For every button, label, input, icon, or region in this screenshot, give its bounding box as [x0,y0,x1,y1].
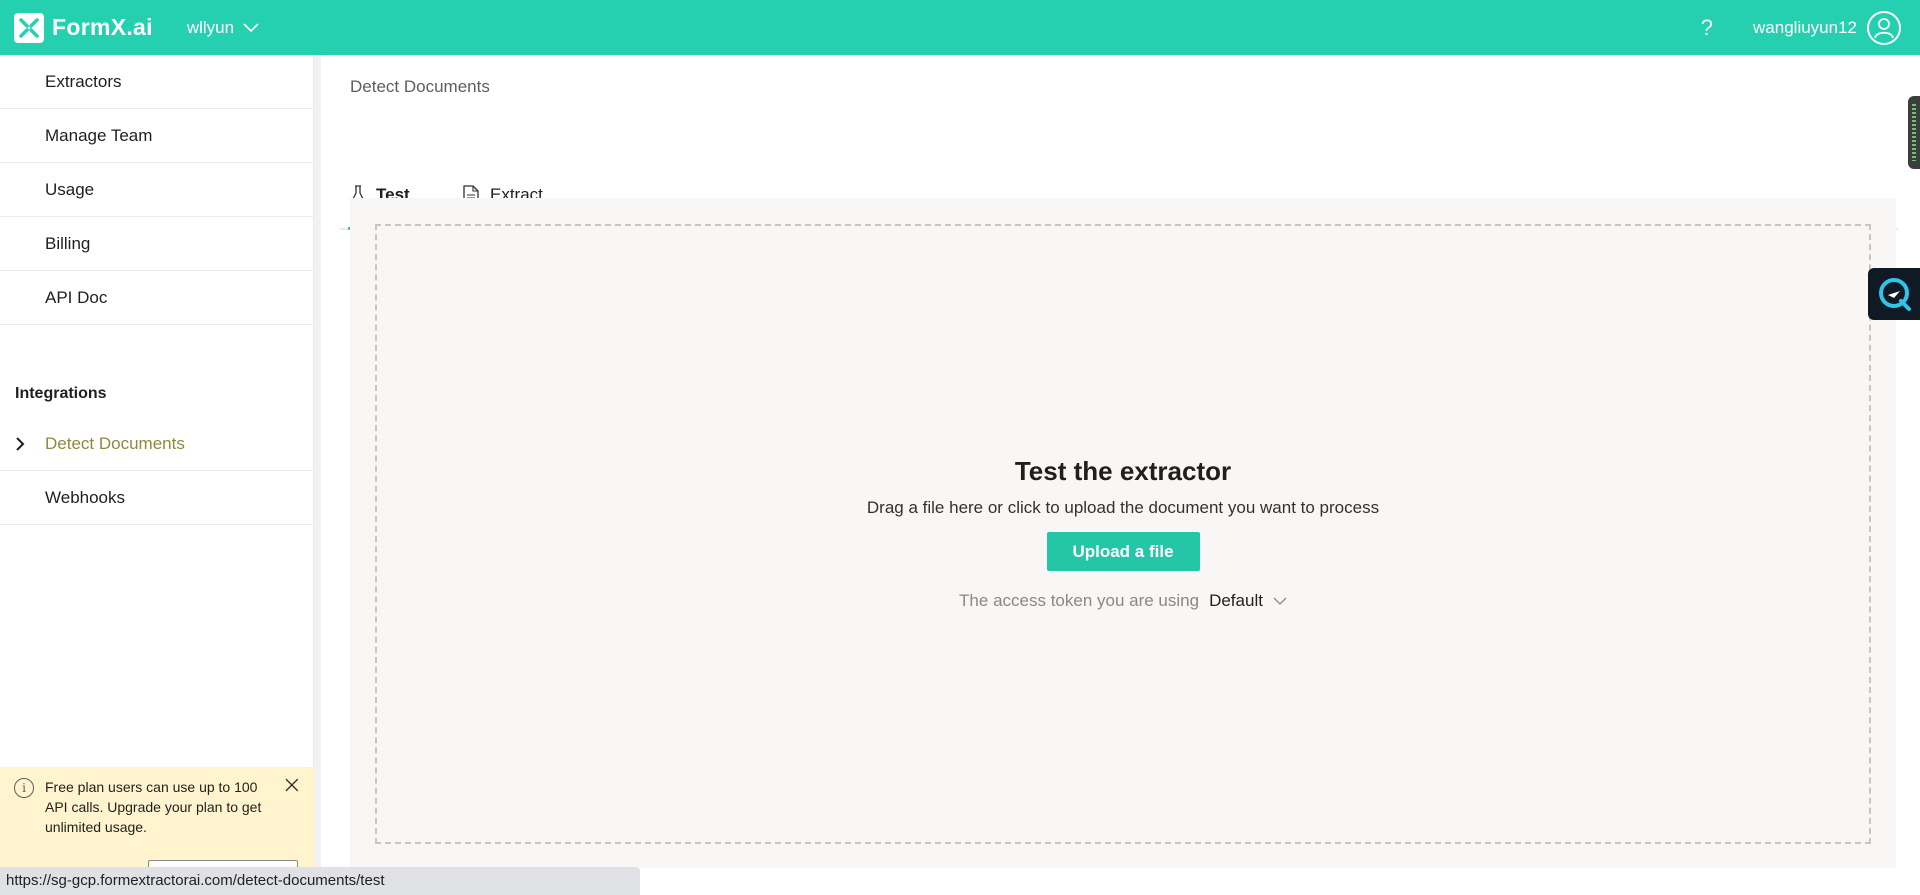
brand-logo[interactable]: FormX.ai [14,12,153,43]
notice-text: Free plan users can use up to 100 API ca… [45,779,262,835]
browser-status-url: https://sg-gcp.formextractorai.com/detec… [0,867,640,895]
chevron-right-icon [15,436,45,452]
logo-icon [14,12,44,43]
sidebar-item-webhooks[interactable]: Webhooks [0,471,313,525]
top-bar: FormX.ai wllyun ? wangliuyun12 [0,0,1920,55]
sidebar-item-label: Manage Team [45,125,153,145]
sidebar-item-label: API Doc [45,287,108,307]
main-content: Detect Documents Test Extract Test the e… [322,55,1920,895]
chat-assistant-icon[interactable] [1868,268,1920,320]
dropzone-description: Drag a file here or click to upload the … [866,498,1380,517]
sidebar-divider [314,55,321,895]
info-icon: i [14,778,34,798]
help-icon[interactable]: ? [1701,15,1713,41]
sidebar-item-extractors[interactable]: Extractors [0,55,313,109]
sidebar-item-label: Detect Documents [45,433,185,453]
sidebar-item-billing[interactable]: Billing [0,217,313,271]
access-token-label: The access token you are using [959,591,1200,610]
side-meter-widget[interactable] [1908,96,1920,169]
user-avatar-icon[interactable] [1867,10,1901,45]
sidebar-item-usage[interactable]: Usage [0,163,313,217]
sidebar-item-label: Usage [45,179,95,199]
test-panel: Test the extractor Drag a file here or c… [350,198,1896,868]
close-icon[interactable] [284,777,300,793]
username[interactable]: wangliuyun12 [1753,18,1857,38]
team-switcher[interactable]: wllyun [187,18,259,38]
sidebar-item-label: Billing [45,233,91,253]
integrations-heading: Integrations [15,385,107,402]
file-dropzone[interactable]: Test the extractor Drag a file here or c… [375,224,1871,844]
sidebar: Extractors Manage Team Usage Billing API… [0,55,321,895]
upload-file-button[interactable]: Upload a file [1046,532,1200,571]
team-name: wllyun [186,17,235,37]
access-token-dropdown[interactable]: Default [1209,591,1287,611]
brand-name: FormX.ai [52,14,153,40]
chevron-down-icon [243,22,259,32]
dropzone-title: Test the extractor [1014,456,1232,486]
sidebar-item-detect-documents[interactable]: Detect Documents [0,417,313,471]
access-token-value: Default [1209,591,1263,610]
sidebar-item-api-doc[interactable]: API Doc [0,271,313,325]
sidebar-item-label: Extractors [45,71,122,91]
sidebar-item-manage-team[interactable]: Manage Team [0,109,313,163]
meter-bars [1912,104,1916,161]
chevron-down-icon [1273,597,1287,605]
sidebar-item-label: Webhooks [45,487,126,507]
page-title: Detect Documents [350,77,490,96]
access-token-row: The access token you are using Default [377,591,1869,611]
